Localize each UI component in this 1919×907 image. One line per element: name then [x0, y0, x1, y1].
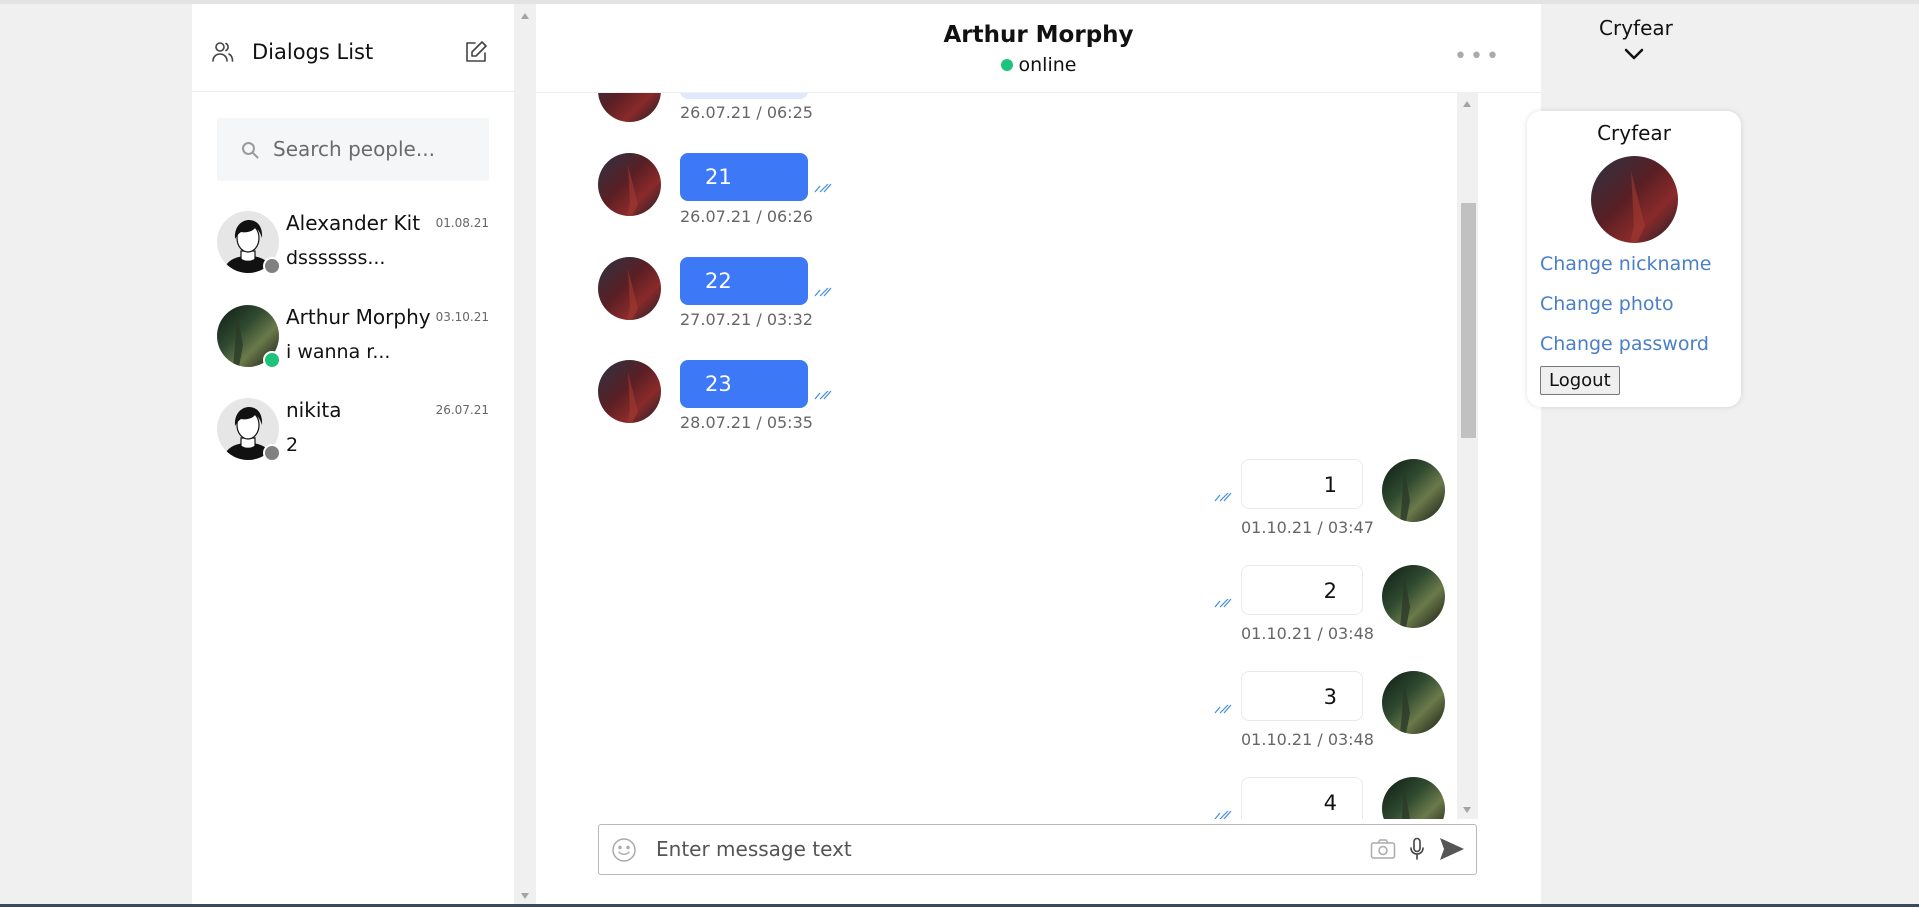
read-ticks-icon — [814, 183, 832, 193]
message-time: 01.10.21 / 03:48 — [1241, 730, 1374, 749]
chat-status-label: online — [1018, 54, 1077, 76]
dialog-name: nikita — [286, 398, 342, 422]
dialog-preview: i wanna r... — [286, 341, 391, 363]
read-ticks-icon — [1214, 598, 1232, 608]
message-bubble-incoming: 21 — [680, 153, 808, 201]
message-time: 28.07.21 / 05:35 — [680, 413, 813, 432]
search-box — [217, 118, 489, 181]
message-composer — [598, 824, 1477, 875]
avatar — [598, 153, 661, 216]
users-icon — [212, 42, 234, 62]
avatar — [1382, 565, 1445, 628]
read-ticks-icon — [1214, 810, 1232, 819]
messages-scrollbar[interactable] — [1457, 93, 1478, 819]
compose-icon[interactable] — [464, 40, 488, 64]
message-bubble-incoming: 23 — [680, 360, 808, 408]
message-time: 01.10.21 / 03:47 — [1241, 518, 1374, 537]
logout-button[interactable]: Logout — [1540, 366, 1620, 395]
avatar — [598, 257, 661, 320]
message-bubble-incoming: 22 — [680, 257, 808, 305]
message-bubble-outgoing: 2 — [1241, 565, 1363, 615]
microphone-icon[interactable] — [1409, 837, 1425, 861]
dialog-item-nikita[interactable]: nikita 26.07.21 2 — [217, 398, 489, 478]
online-status-dot — [263, 351, 281, 369]
dialog-name: Arthur Morphy — [286, 305, 431, 329]
chat-title: Arthur Morphy — [943, 22, 1134, 48]
more-options-icon[interactable]: ••• — [1454, 44, 1502, 69]
read-ticks-icon — [1214, 492, 1232, 502]
sidebar-title: Dialogs List — [252, 40, 374, 64]
send-icon[interactable] — [1439, 837, 1465, 861]
message-bubble-outgoing: 4 — [1241, 777, 1363, 819]
message-time: 26.07.21 / 06:25 — [680, 103, 813, 122]
sidebar-header: Dialogs List — [192, 4, 514, 92]
message-bubble-outgoing: 1 — [1241, 459, 1363, 509]
scroll-down-arrow-icon[interactable] — [521, 893, 529, 899]
message-list: 26.07.21 / 06:25 21 26.07.21 / 06:26 22 … — [536, 93, 1541, 819]
account-username[interactable]: Cryfear — [1599, 16, 1673, 40]
camera-icon[interactable] — [1370, 838, 1396, 860]
offline-status-dot — [263, 444, 281, 462]
online-status-dot — [1000, 59, 1013, 71]
scrollbar-thumb[interactable] — [1461, 203, 1476, 438]
message-time: 27.07.21 / 03:32 — [680, 310, 813, 329]
account-menu-name: Cryfear — [1597, 121, 1671, 145]
chevron-down-icon[interactable] — [1623, 47, 1645, 61]
search-icon — [242, 142, 259, 159]
read-ticks-icon — [814, 287, 832, 297]
search-input[interactable] — [273, 134, 473, 164]
scroll-up-arrow-icon[interactable] — [1463, 101, 1471, 107]
change-password-link[interactable]: Change password — [1540, 333, 1709, 355]
dialog-date: 01.08.21 — [435, 216, 489, 230]
avatar — [1591, 156, 1678, 243]
change-nickname-link[interactable]: Change nickname — [1540, 253, 1711, 275]
message-input[interactable] — [656, 834, 1346, 864]
offline-status-dot — [263, 257, 281, 275]
chat-header: Arthur Morphy online ••• — [536, 4, 1541, 93]
dialog-item-arthur-morphy[interactable]: Arthur Morphy 03.10.21 i wanna r... — [217, 305, 489, 385]
message-time: 26.07.21 / 06:26 — [680, 207, 813, 226]
account-menu: Cryfear Change nickname Change photo Cha… — [1527, 111, 1741, 407]
chat-status: online — [536, 54, 1541, 76]
chat-panel: Arthur Morphy online ••• 26.07.21 / 06:2… — [536, 4, 1541, 907]
dialog-date: 03.10.21 — [435, 310, 489, 324]
dialog-date: 26.07.21 — [435, 403, 489, 417]
scroll-down-arrow-icon[interactable] — [1463, 807, 1471, 813]
emoji-icon[interactable] — [611, 837, 637, 863]
dialog-item-alexander-kit[interactable]: Alexander Kit 01.08.21 dsssssss... — [217, 211, 489, 291]
avatar — [598, 93, 661, 122]
read-ticks-icon — [814, 390, 832, 400]
avatar — [1382, 777, 1445, 819]
message-time: 01.10.21 / 03:48 — [1241, 624, 1374, 643]
message-bubble-incoming — [680, 93, 808, 99]
avatar — [598, 360, 661, 423]
dialogs-sidebar: Dialogs List Alexander Kit 01.08.21 dsss… — [192, 4, 514, 907]
message-bubble-outgoing: 3 — [1241, 671, 1363, 721]
avatar — [1382, 671, 1445, 734]
avatar — [1382, 459, 1445, 522]
dialog-preview: dsssssss... — [286, 247, 386, 269]
scroll-up-arrow-icon[interactable] — [521, 13, 529, 19]
sidebar-scrollbar[interactable] — [514, 4, 535, 907]
dialog-name: Alexander Kit — [286, 211, 421, 235]
change-photo-link[interactable]: Change photo — [1540, 293, 1674, 315]
dialog-preview: 2 — [286, 434, 299, 456]
read-ticks-icon — [1214, 704, 1232, 714]
